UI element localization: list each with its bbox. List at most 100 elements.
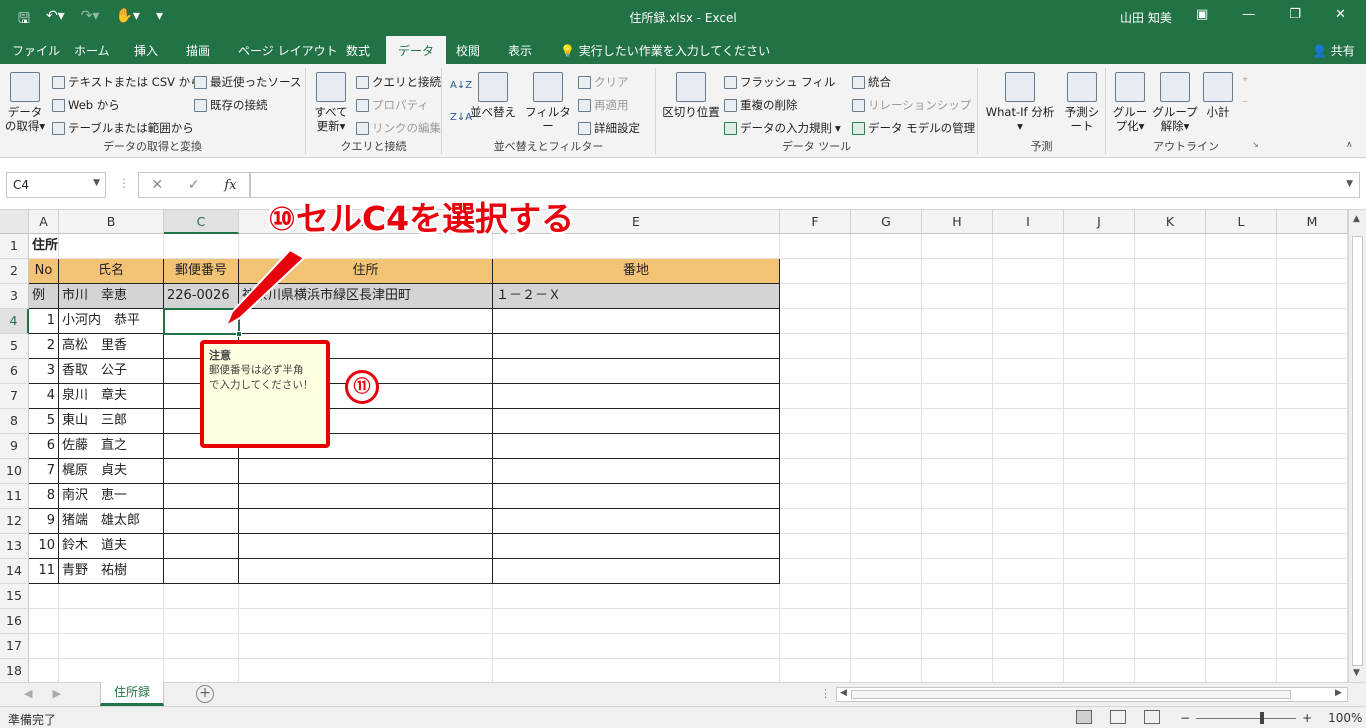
cell[interactable]	[1064, 509, 1135, 534]
cell[interactable]	[1277, 484, 1348, 509]
collapse-ribbon-icon[interactable]: ∧	[1346, 140, 1353, 150]
queries-connections-button[interactable]: クエリと接続	[356, 74, 441, 90]
cell[interactable]	[1064, 559, 1135, 584]
cell[interactable]	[1135, 559, 1206, 584]
cell[interactable]	[780, 259, 851, 284]
recent-sources-button[interactable]: 最近使ったソース	[194, 74, 301, 90]
cell[interactable]	[1135, 459, 1206, 484]
ribbon-display-icon[interactable]: ▣	[1196, 7, 1208, 22]
edit-links-button[interactable]: リンクの編集	[356, 120, 441, 136]
tab-insert[interactable]: 挿入	[134, 42, 158, 59]
cell[interactable]	[1277, 534, 1348, 559]
from-table-button[interactable]: テーブルまたは範囲から	[52, 120, 194, 136]
cell[interactable]	[780, 459, 851, 484]
cell[interactable]	[1135, 409, 1206, 434]
cell[interactable]: 1	[29, 309, 59, 334]
cell[interactable]	[1277, 334, 1348, 359]
cell[interactable]	[1135, 534, 1206, 559]
cell[interactable]	[1064, 659, 1135, 682]
cell[interactable]	[851, 384, 922, 409]
cell[interactable]	[1064, 409, 1135, 434]
cell[interactable]	[993, 334, 1064, 359]
tab-view[interactable]: 表示	[508, 42, 532, 59]
cell[interactable]	[493, 459, 780, 484]
flash-fill-button[interactable]: フラッシュ フィル	[724, 74, 835, 90]
subtotal-button[interactable]: 小計	[1202, 72, 1234, 119]
cell[interactable]	[851, 359, 922, 384]
properties-button[interactable]: プロパティ	[356, 97, 429, 113]
scroll-right-icon[interactable]: ▶	[1335, 688, 1342, 698]
filter-button[interactable]: フィルター	[524, 72, 572, 133]
cell[interactable]	[1135, 434, 1206, 459]
cell[interactable]	[1206, 509, 1277, 534]
tab-home[interactable]: ホーム	[74, 42, 110, 59]
cell[interactable]	[239, 659, 493, 682]
cell[interactable]	[493, 334, 780, 359]
cell[interactable]	[29, 584, 59, 609]
cell[interactable]	[1277, 634, 1348, 659]
cell[interactable]	[780, 659, 851, 682]
cell[interactable]	[239, 559, 493, 584]
cell[interactable]	[780, 309, 851, 334]
cell[interactable]	[1206, 434, 1277, 459]
row-header[interactable]: 6	[0, 359, 29, 384]
row-header[interactable]: 5	[0, 334, 29, 359]
cell[interactable]	[493, 484, 780, 509]
cell[interactable]	[493, 559, 780, 584]
cell[interactable]	[1206, 309, 1277, 334]
cell[interactable]	[922, 509, 993, 534]
cell[interactable]	[239, 509, 493, 534]
cell[interactable]	[1206, 634, 1277, 659]
column-header[interactable]: J	[1064, 210, 1135, 234]
cell[interactable]	[164, 609, 239, 634]
cell[interactable]	[164, 534, 239, 559]
cell[interactable]	[1277, 609, 1348, 634]
cell[interactable]: 10	[29, 534, 59, 559]
cell[interactable]	[164, 484, 239, 509]
cell[interactable]: 8	[29, 484, 59, 509]
cell[interactable]	[1206, 334, 1277, 359]
horizontal-scrollbar[interactable]: ◀ ▶	[836, 687, 1348, 702]
enter-icon[interactable]: ✓	[188, 177, 200, 193]
cell[interactable]	[993, 659, 1064, 682]
cell[interactable]	[1206, 384, 1277, 409]
reapply-button[interactable]: 再適用	[578, 97, 629, 113]
cell[interactable]	[1135, 334, 1206, 359]
cell[interactable]	[164, 509, 239, 534]
cell[interactable]	[780, 509, 851, 534]
cell[interactable]	[164, 584, 239, 609]
cell[interactable]	[493, 509, 780, 534]
consolidate-button[interactable]: 統合	[852, 74, 891, 90]
restore-icon[interactable]: ❐	[1289, 7, 1301, 22]
cell[interactable]	[922, 284, 993, 309]
cell[interactable]	[29, 609, 59, 634]
tab-splitter-icon[interactable]: ⋮	[820, 687, 831, 700]
manage-data-model-button[interactable]: データ モデルの管理	[852, 120, 975, 136]
sort-za-icon[interactable]: Z↓A	[450, 112, 472, 123]
cell[interactable]	[780, 609, 851, 634]
cell[interactable]	[851, 334, 922, 359]
column-header[interactable]: G	[851, 210, 922, 234]
row-header[interactable]: 3	[0, 284, 29, 309]
cell[interactable]	[1206, 234, 1277, 259]
cell[interactable]	[922, 259, 993, 284]
cell[interactable]	[1064, 309, 1135, 334]
close-icon[interactable]: ✕	[1335, 7, 1346, 22]
cell[interactable]	[993, 534, 1064, 559]
zoom-slider[interactable]	[1196, 711, 1297, 724]
cell[interactable]	[1135, 584, 1206, 609]
cell[interactable]	[1064, 259, 1135, 284]
cell[interactable]	[1206, 284, 1277, 309]
cell[interactable]	[1277, 259, 1348, 284]
add-sheet-icon[interactable]: +	[196, 685, 214, 703]
cell[interactable]: 9	[29, 509, 59, 534]
show-detail-icon[interactable]: ⁺	[1242, 74, 1248, 88]
cell[interactable]	[780, 484, 851, 509]
row-header[interactable]: 14	[0, 559, 29, 584]
cell[interactable]	[1135, 234, 1206, 259]
cell[interactable]: 4	[29, 384, 59, 409]
page-break-view-icon[interactable]	[1144, 710, 1160, 724]
cell[interactable]	[993, 434, 1064, 459]
cell[interactable]: 226-0026	[164, 284, 239, 309]
cell[interactable]	[239, 584, 493, 609]
